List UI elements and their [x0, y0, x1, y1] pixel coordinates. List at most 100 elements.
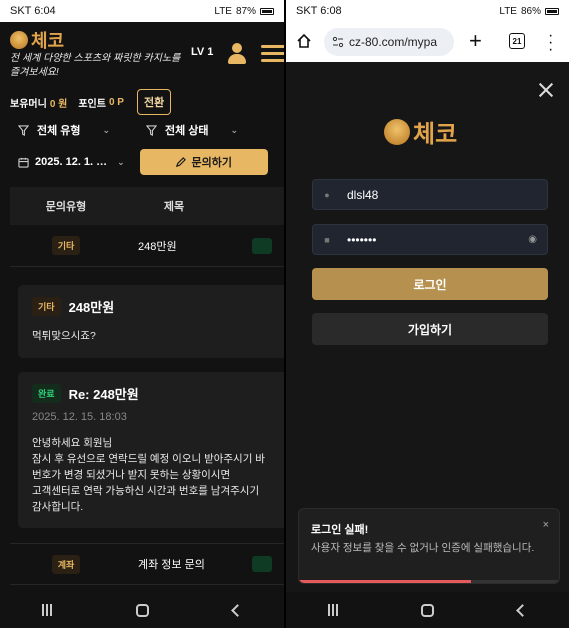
tab-count-button[interactable]: 21 [509, 33, 525, 49]
type-tag: 계좌 [51, 554, 81, 574]
convert-button[interactable]: 전환 [136, 89, 172, 115]
answer-line: 번호가 변경 되셨거나 받지 못하는 상황이시면 [32, 469, 231, 481]
done-tag: 완료 [32, 384, 61, 403]
answer-line: 잠시 후 유선으로 연락드릴 예정 이오니 받아주시기 바 [32, 453, 265, 465]
password-value: ••••••• [347, 232, 377, 247]
type-tag: 기타 [32, 297, 61, 316]
question-body: 먹튀맞으시죠? [32, 330, 96, 342]
android-nav-bar [0, 592, 284, 628]
status-filter-label: 전체 상태 [165, 125, 209, 137]
type-filter-label: 전체 유형 [37, 125, 81, 137]
status-bar: SKT 6:08 LTE 86% [286, 0, 569, 22]
calendar-icon [18, 157, 29, 168]
clock: 6:04 [34, 5, 56, 17]
browser-toolbar: cz-80.com/mypa + 21 · · · [286, 22, 569, 62]
date-range-select[interactable]: 2025. 12. 1. … [35, 156, 107, 168]
inquiry-button[interactable]: 문의하기 [139, 149, 268, 175]
lock-icon: ■ [324, 234, 330, 245]
home-nav-icon[interactable] [136, 603, 149, 617]
site-settings-icon[interactable] [332, 36, 344, 48]
column-header-type: 문의유형 [45, 201, 87, 213]
username-value: dlsl48 [347, 187, 379, 202]
chevron-down-icon: ⌄ [117, 156, 125, 167]
home-icon[interactable] [296, 33, 312, 49]
money-label: 보유머니 [10, 98, 47, 110]
carrier: SKT [296, 5, 318, 17]
url-text: cz-80.com/mypa [349, 35, 438, 49]
table-header: 문의유형 제목 [10, 187, 284, 225]
error-toast: 로그인 실패! 사용자 정보를 찾을 수 없거나 인증에 실패했습니다. × [298, 508, 560, 584]
chevron-down-icon: ⌄ [102, 124, 111, 135]
point-value: 0 P [108, 96, 124, 108]
status-bar: SKT 6:04 LTE 87% [0, 0, 284, 22]
funnel-icon [18, 124, 29, 136]
answer-card: 완료 Re: 248만원 2025. 12. 15. 18:03 안녕하세요 회… [18, 372, 284, 528]
chevron-down-icon: ⌄ [230, 124, 239, 135]
answer-title: Re: 248만원 [68, 387, 139, 402]
row-title: 248만원 [138, 240, 177, 253]
address-bar[interactable]: cz-80.com/mypa [324, 28, 454, 56]
column-header-title: 제목 [163, 201, 185, 213]
more-options-icon[interactable]: · · · [548, 28, 553, 58]
tagline: 전 세계 다양한 스포츠와 짜릿한 카지노를 즐겨보세요! [10, 53, 181, 78]
status-filter[interactable]: 전체 상태 ⌄ [146, 122, 274, 138]
answer-line: 안녕하세요 회원님 [32, 437, 113, 449]
close-icon[interactable] [538, 82, 554, 98]
clock: 6:08 [320, 5, 342, 17]
funnel-icon [146, 124, 157, 136]
back-icon[interactable] [516, 603, 530, 617]
answer-date: 2025. 12. 15. 18:03 [32, 411, 127, 423]
home-nav-icon[interactable] [421, 603, 435, 617]
row-title: 계좌 정보 문의 [138, 559, 205, 571]
logo-text: 체코 [31, 31, 65, 51]
question-card: 기타 248만원 먹튀맞으시죠? [18, 285, 284, 358]
site-logo[interactable]: 체코 [10, 27, 64, 53]
recent-apps-icon[interactable] [327, 604, 338, 616]
table-row[interactable]: 계좌 계좌 정보 문의 [10, 543, 284, 585]
menu-icon[interactable] [261, 44, 284, 64]
password-field[interactable]: ■ ••••••• ◉ [312, 224, 548, 255]
date-row: 2025. 12. 1. … ⌄ 문의하기 [18, 149, 274, 175]
type-tag: 기타 [51, 236, 81, 255]
battery-percent: 86% [520, 5, 541, 17]
login-modal: 체코 ● dlsl48 ■ ••••••• ◉ 로그인 가입하기 로그인 실패!… [286, 62, 569, 592]
right-phone-screen: SKT 6:08 LTE 86% cz-80.com/mypa + 21 · · ·… [286, 0, 569, 628]
filter-row: 전체 유형 ⌄ 전체 상태 ⌄ [18, 118, 274, 142]
site-logo: 체코 [384, 114, 457, 149]
inquiry-button-label: 문의하기 [191, 157, 232, 169]
eye-icon[interactable]: ◉ [528, 234, 537, 245]
answer-line: 고객센터로 연락 가능하신 시간과 번호를 남겨주시기 [32, 485, 260, 497]
toast-progress-bar [299, 580, 471, 583]
user-level: LV 1 [191, 46, 214, 58]
answer-line: 감사합니다. [32, 501, 84, 513]
back-icon[interactable] [231, 603, 244, 617]
battery-percent: 87% [235, 5, 256, 17]
signal-label: LTE [499, 5, 517, 17]
pencil-icon [176, 156, 187, 167]
user-icon[interactable] [228, 43, 246, 65]
username-field[interactable]: ● dlsl48 [312, 179, 548, 210]
lion-logo-icon [10, 31, 28, 49]
table-row[interactable]: 기타 248만원 [10, 225, 284, 267]
recent-apps-icon[interactable] [42, 604, 52, 616]
left-phone-screen: SKT 6:04 LTE 87% 체코 전 세계 다양한 스포츠와 짜릿한 카지… [0, 0, 284, 628]
join-button[interactable]: 가입하기 [312, 313, 548, 345]
close-icon[interactable]: × [543, 519, 549, 531]
person-icon: ● [324, 189, 330, 200]
question-title: 248만원 [68, 300, 115, 315]
battery-icon [260, 7, 274, 15]
login-button[interactable]: 로그인 [312, 268, 548, 300]
answer-body: 안녕하세요 회원님 잠시 후 유선으로 연락드릴 예정 이오니 받아주시기 바 … [32, 435, 276, 515]
android-nav-bar [286, 592, 569, 628]
type-filter[interactable]: 전체 유형 ⌄ [18, 122, 146, 138]
logo-text: 체코 [413, 121, 458, 148]
app-header: 체코 전 세계 다양한 스포츠와 짜릿한 카지노를 즐겨보세요! LV 1 [0, 22, 284, 84]
status-badge [252, 556, 272, 572]
carrier: SKT [10, 5, 32, 17]
toast-message: 사용자 정보를 찾을 수 없거나 인증에 실패했습니다. [311, 542, 535, 554]
lion-logo-icon [384, 118, 410, 145]
new-tab-icon[interactable]: + [469, 28, 482, 54]
status-badge [252, 237, 272, 254]
toast-progress-track [299, 580, 559, 583]
point-label: 포인트 [78, 98, 106, 110]
